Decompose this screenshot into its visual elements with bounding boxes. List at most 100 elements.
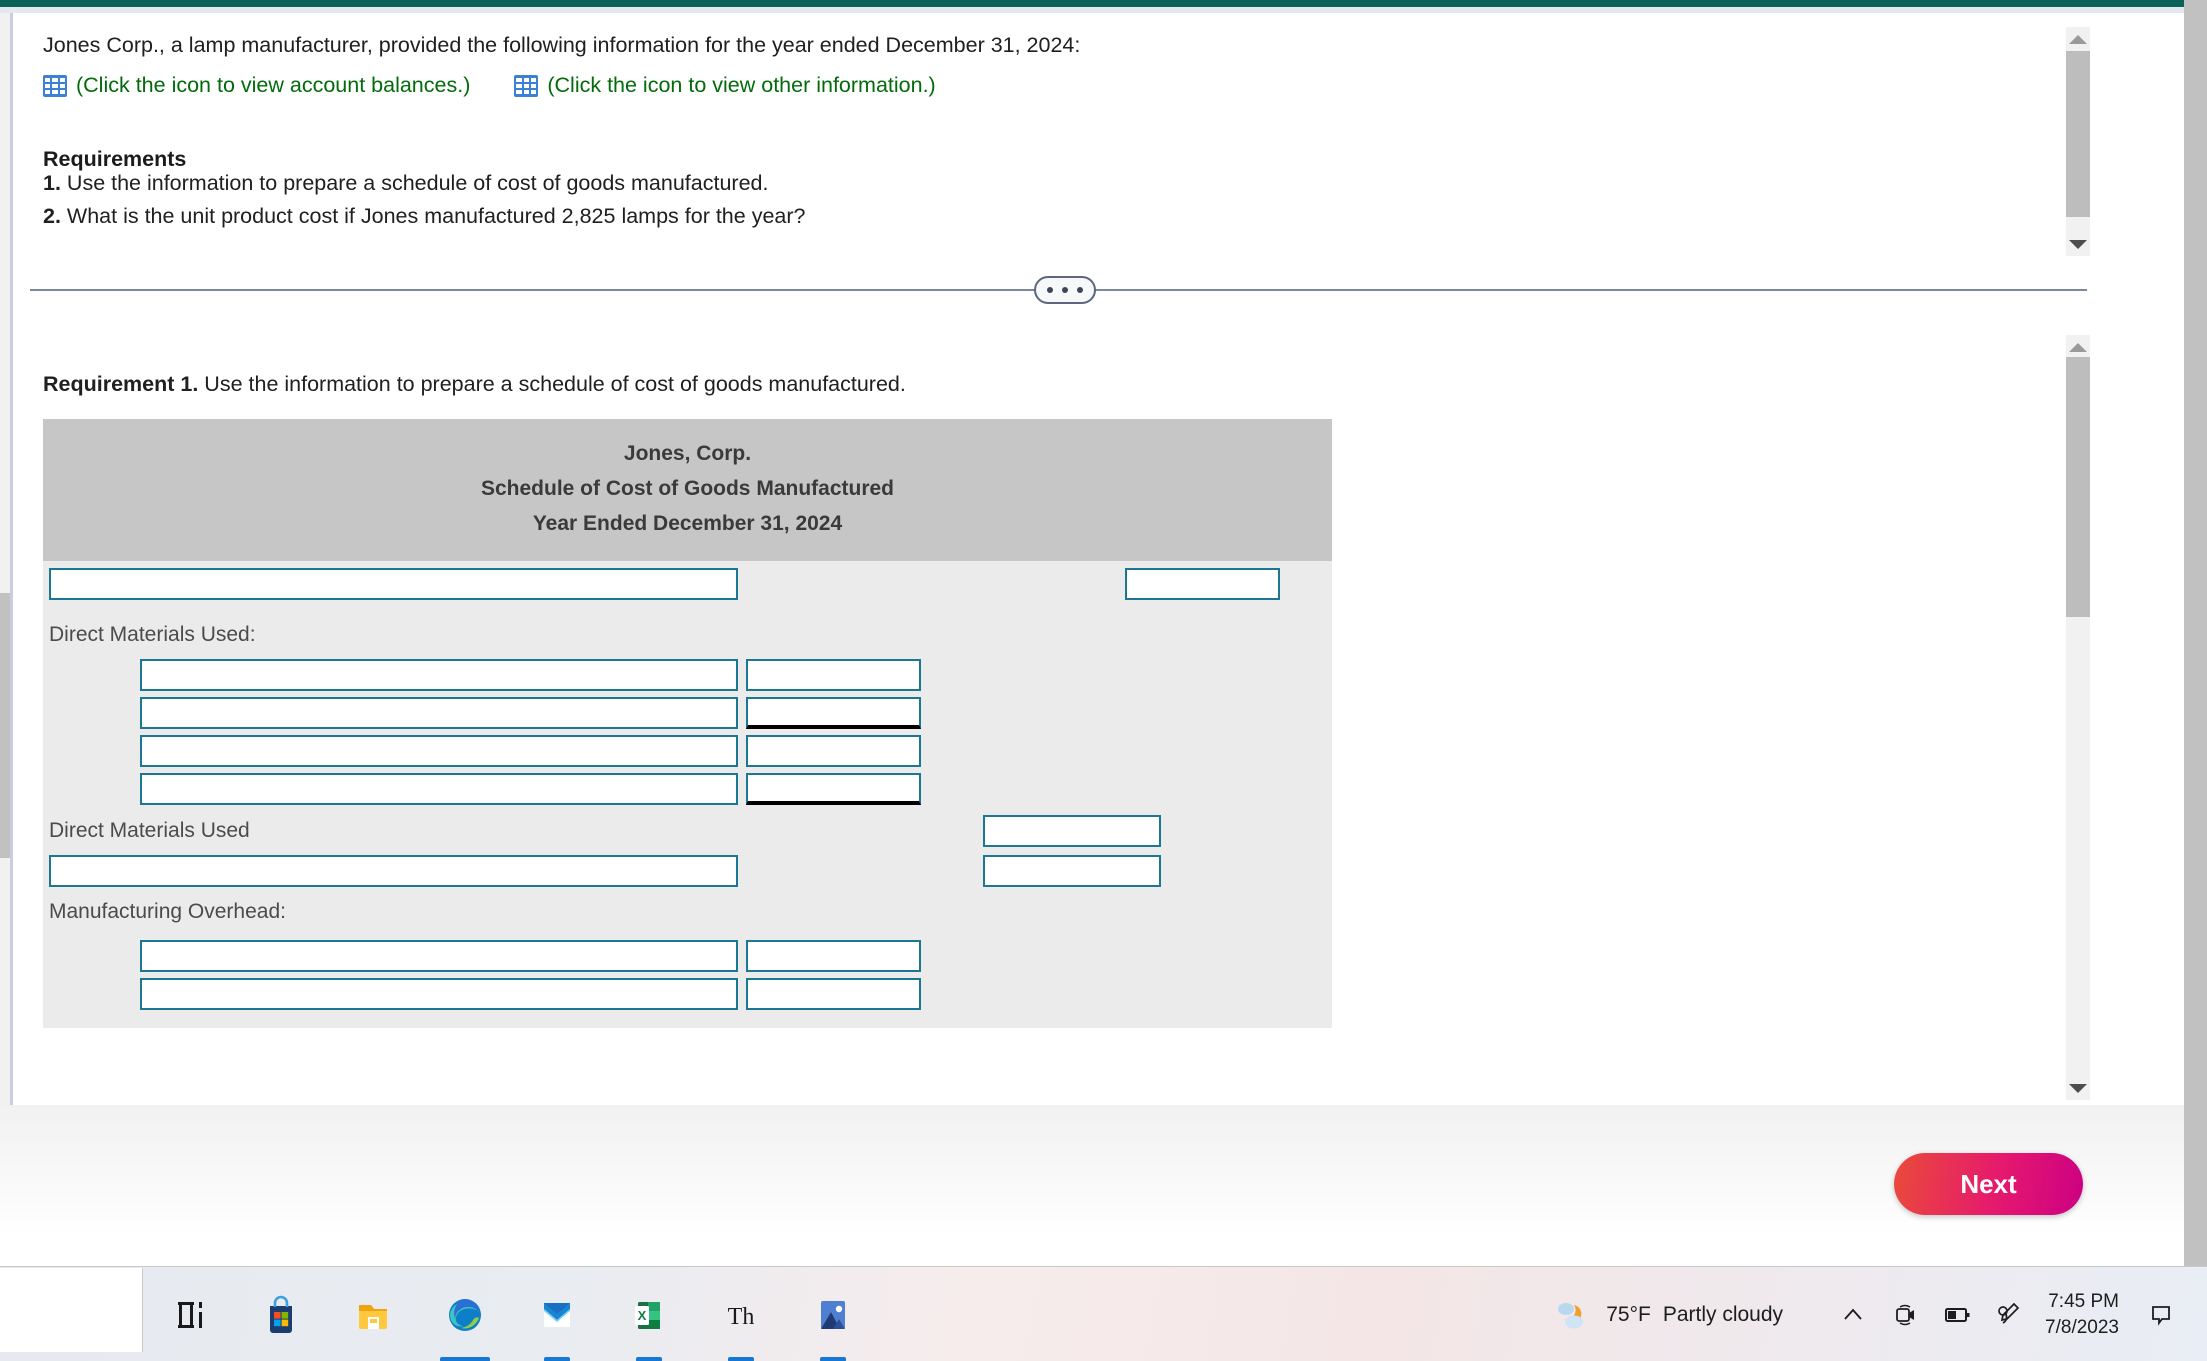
table-row: Direct Materials Used: — [43, 617, 1332, 657]
table-row: Direct Materials Used — [43, 813, 1332, 853]
other-information-link-label[interactable]: (Click the icon to view other informatio… — [547, 73, 935, 98]
table-row — [43, 938, 1332, 976]
thesaurus-icon[interactable]: Th — [712, 1267, 770, 1361]
dm-line4-description-input[interactable] — [140, 773, 738, 805]
other-information-link[interactable]: (Click the icon to view other informatio… — [514, 73, 936, 98]
schedule-header: Jones, Corp. Schedule of Cost of Goods M… — [43, 419, 1332, 561]
photos-icon[interactable] — [804, 1267, 862, 1361]
next-button[interactable]: Next — [1894, 1153, 2083, 1215]
app-root: Jones Corp., a lamp manufacturer, provid… — [0, 0, 2207, 1361]
clock-widget[interactable]: 7:45 PM 7/8/2023 — [2045, 1289, 2119, 1340]
browser-scrollbar[interactable] — [2184, 0, 2207, 1300]
table-row: Manufacturing Overhead: — [43, 898, 1332, 938]
direct-materials-used-total-input[interactable] — [983, 815, 1161, 847]
spreadsheet-icon[interactable] — [514, 74, 539, 97]
windows-taskbar: X Th 75°F Partly cloudy 7:45 PM 7/8/2023 — [0, 1266, 2207, 1361]
table-row — [43, 561, 1332, 617]
direct-labor-amount-input[interactable] — [983, 855, 1161, 887]
clock-date: 7/8/2023 — [2045, 1316, 2119, 1338]
dot-icon — [1047, 287, 1053, 293]
mail-glyph — [544, 1302, 570, 1327]
requirement-1-line: 1. Use the information to prepare a sche… — [43, 171, 768, 196]
show-hidden-icons-chevron[interactable] — [1827, 1267, 1879, 1361]
clock-time: 7:45 PM — [2048, 1290, 2119, 1312]
photos-glyph — [821, 1300, 845, 1329]
battery-glyph — [1945, 1307, 1970, 1322]
excel-icon[interactable]: X — [620, 1267, 678, 1361]
camera-icon[interactable] — [1879, 1267, 1931, 1361]
browser-scrollbar-thumb[interactable] — [2184, 0, 2207, 1270]
dm-line3-amount-input[interactable] — [746, 735, 921, 767]
chevron-down-icon — [2069, 1083, 2087, 1093]
mail-icon[interactable] — [528, 1267, 586, 1361]
problem-scroll-thumb[interactable] — [2066, 51, 2090, 217]
requirements-heading: Requirements — [43, 147, 187, 171]
dm-line2-description-input[interactable] — [140, 697, 738, 729]
svg-text:X: X — [638, 1308, 647, 1323]
task-view-icon[interactable] — [160, 1267, 218, 1361]
answer-scroll-down-button[interactable] — [2066, 1076, 2090, 1100]
page-left-scrollbar[interactable] — [0, 13, 10, 1105]
file-explorer-icon[interactable] — [344, 1267, 402, 1361]
dm-line1-description-input[interactable] — [140, 659, 738, 691]
pane-divider — [13, 276, 2104, 316]
page-left-scrollbar-thumb[interactable] — [0, 593, 10, 858]
weather-widget[interactable]: 75°F Partly cloudy — [1550, 1293, 1783, 1337]
dm-line3-description-input[interactable] — [140, 735, 738, 767]
answer-scroll-up-button[interactable] — [2066, 335, 2090, 359]
schedule-body: Direct Materials Used: Direct Materials … — [43, 561, 1332, 1028]
taskbar-search-box[interactable] — [0, 1268, 143, 1352]
pen-icon[interactable] — [1983, 1267, 2035, 1361]
top-accent-band — [0, 0, 2184, 7]
table-row — [43, 733, 1332, 771]
app-active-indicator — [820, 1357, 846, 1361]
microsoft-store-icon[interactable] — [252, 1267, 310, 1361]
direct-labor-description-input[interactable] — [49, 855, 738, 887]
weather-temperature: 75°F — [1606, 1302, 1651, 1326]
moh-line1-amount-input[interactable] — [746, 940, 921, 972]
moh-line2-amount-input[interactable] — [746, 978, 921, 1010]
microsoft-edge-glyph — [449, 1298, 481, 1331]
problem-scroll-up-button[interactable] — [2066, 27, 2090, 51]
camera-glyph — [1896, 1304, 1915, 1325]
spreadsheet-icon[interactable] — [43, 74, 67, 97]
problem-intro-text: Jones Corp., a lamp manufacturer, provid… — [43, 33, 1081, 57]
footer-bar: Next — [0, 1105, 2184, 1260]
requirement-1-number: 1. — [43, 171, 61, 195]
answer-scroll-thumb[interactable] — [2066, 357, 2090, 617]
task-view-glyph — [178, 1301, 202, 1328]
requirement-1-title: Requirement 1. Use the information to pr… — [43, 372, 906, 397]
answer-pane-scrollbar[interactable] — [2066, 335, 2090, 1100]
problem-pane-scrollbar[interactable] — [2066, 27, 2090, 256]
divider-drag-handle[interactable] — [1034, 276, 1096, 304]
microsoft-store-glyph — [270, 1295, 292, 1333]
requirement-1-title-text: Use the information to prepare a schedul… — [198, 372, 906, 396]
problem-scroll-down-button[interactable] — [2066, 232, 2090, 256]
row1-description-input[interactable] — [49, 568, 738, 600]
moh-line2-description-input[interactable] — [140, 978, 738, 1010]
requirement-2-line: 2. What is the unit product cost if Jone… — [43, 204, 805, 229]
moh-line1-description-input[interactable] — [140, 940, 738, 972]
app-active-indicator — [440, 1357, 490, 1361]
notification-glyph — [2152, 1305, 2170, 1326]
dm-line2-amount-input[interactable] — [746, 697, 921, 729]
account-balances-link-label[interactable]: (Click the icon to view account balances… — [76, 73, 470, 98]
table-row — [43, 657, 1332, 695]
manufacturing-overhead-header: Manufacturing Overhead: — [49, 900, 286, 923]
icon-link-group: (Click the icon to view account balances… — [43, 73, 936, 98]
chevron-up-icon — [2069, 34, 2087, 44]
chevron-up-icon — [1844, 1308, 1862, 1320]
app-active-indicator — [728, 1357, 754, 1361]
taskbar-app-list: X Th — [160, 1267, 862, 1361]
row1-amount-input[interactable] — [1125, 568, 1280, 600]
battery-icon[interactable] — [1931, 1267, 1983, 1361]
problem-statement-pane: Jones Corp., a lamp manufacturer, provid… — [13, 13, 2104, 258]
notification-icon[interactable] — [2135, 1267, 2187, 1361]
account-balances-link[interactable]: (Click the icon to view account balances… — [43, 73, 470, 98]
requirement-2-text: What is the unit product cost if Jones m… — [60, 204, 806, 228]
dm-line1-amount-input[interactable] — [746, 659, 921, 691]
microsoft-edge-icon[interactable] — [436, 1267, 494, 1361]
dm-line4-amount-input[interactable] — [746, 773, 921, 805]
app-active-indicator — [544, 1357, 570, 1361]
partly-cloudy-icon — [1558, 1302, 1584, 1328]
